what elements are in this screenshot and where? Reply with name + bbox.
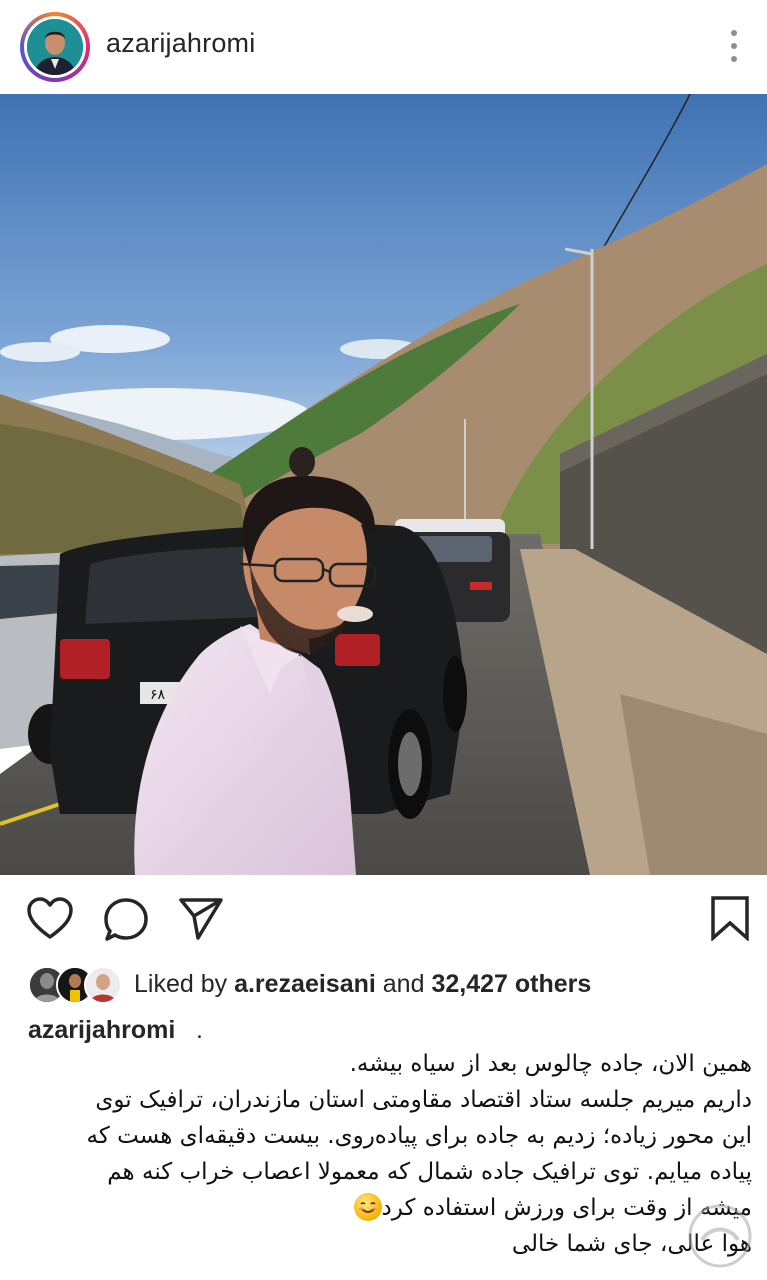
caption-text: همین الان، جاده چالوس بعد از سیاه بیشه. … [28, 1046, 752, 1262]
caption-dot: . [196, 1016, 203, 1044]
likes-text: Liked by a.rezaeisani and 32,427 others [134, 970, 591, 999]
post-photo[interactable]: ۶۸ [0, 94, 767, 875]
site-watermark-logo [680, 1196, 760, 1276]
heart-icon[interactable] [26, 897, 74, 941]
caption-line: هوا عالی، جای شما خالی [511, 1231, 752, 1257]
likes-summary[interactable]: Liked by a.rezaeisani and 32,427 others [28, 962, 748, 1006]
smiling-face-emoji-icon [353, 1193, 382, 1221]
caption-line: همین الان، جاده چالوس بعد از سیاه بیشه. [349, 1051, 752, 1077]
liker-avatar [84, 966, 122, 1004]
likes-count[interactable]: 32,427 others [431, 970, 591, 998]
caption-username[interactable]: azarijahromi [28, 1016, 175, 1045]
caption-line: پیاده میایم. توی ترافیک جاده شمال که معم… [107, 1159, 752, 1185]
post-header: azarijahromi [0, 0, 767, 94]
svg-text:۶۸: ۶۸ [150, 687, 166, 703]
bookmark-icon[interactable] [710, 895, 750, 941]
liker-username[interactable]: a.rezaeisani [234, 970, 376, 998]
caption-line: داریم میریم جلسه ستاد اقتصاد مقاومتی است… [95, 1087, 752, 1113]
caption-line-with-emoji: میشه از وقت برای ورزش استفاده کرد [28, 1190, 752, 1226]
post-username[interactable]: azarijahromi [106, 28, 255, 59]
comment-icon[interactable] [103, 897, 149, 943]
caption-line: این محور زیاده؛ زدیم به جاده برای پیاده‌… [86, 1123, 752, 1149]
more-vertical-icon[interactable] [724, 28, 744, 64]
likes-middle: and [375, 970, 432, 998]
send-icon[interactable] [178, 897, 224, 941]
avatar-portrait [27, 19, 83, 75]
profile-avatar[interactable] [20, 12, 90, 82]
likes-prefix: Liked by [134, 970, 235, 998]
post-actions [0, 875, 767, 965]
post-photo-image: ۶۸ [0, 94, 767, 875]
